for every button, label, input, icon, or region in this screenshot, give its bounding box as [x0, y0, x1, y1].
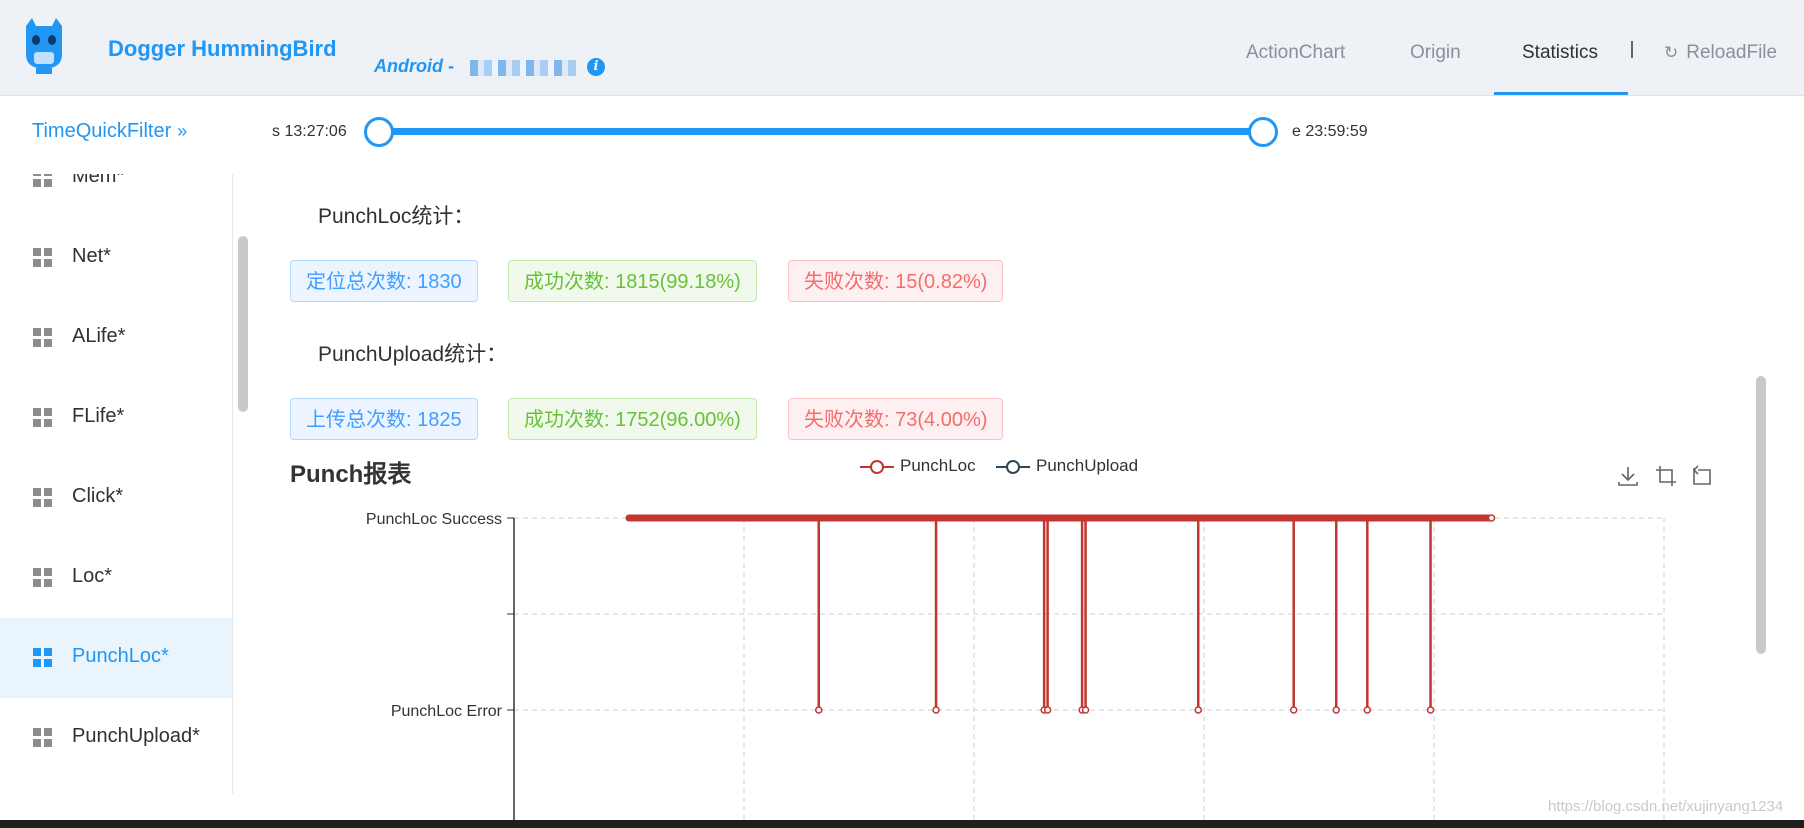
sidebar-scrollbar[interactable] [238, 236, 248, 412]
grid-icon [33, 728, 53, 748]
end-time-label: e 23:59:59 [1292, 123, 1368, 140]
legend-punchupload-icon [996, 459, 1030, 474]
punchloc-error-point [1043, 706, 1052, 714]
time-quick-filter-label: TimeQuickFilter [32, 120, 172, 142]
punchupload-fail-tag: 失败次数: 73(4.00%) [788, 398, 1004, 440]
punchloc-error-point [1426, 706, 1435, 714]
punchloc-total-tag: 定位总次数: 1830 [290, 260, 478, 302]
double-chevron-right-icon: » [177, 121, 188, 141]
sidebar-item-label: Net* [72, 245, 111, 267]
tab-actionchart[interactable]: ActionChart [1246, 0, 1345, 95]
slider-end-handle[interactable] [1248, 117, 1278, 147]
time-range-slider[interactable] [378, 128, 1262, 135]
sidebar: Mem* Net* ALife* FLife* Click* Loc* PunchLoc* P… [0, 174, 233, 794]
grid-icon [33, 488, 53, 508]
app-header: Dogger HummingBird Android - i ActionCha… [0, 0, 1804, 96]
main-scrollbar[interactable] [1756, 376, 1766, 654]
punchupload-total-tag: 上传总次数: 1825 [290, 398, 478, 440]
sidebar-item-flife[interactable]: FLife* [0, 378, 232, 458]
tab-origin[interactable]: Origin [1410, 0, 1461, 95]
bottom-bar [0, 820, 1804, 828]
sidebar-item-net[interactable]: Net* [0, 218, 232, 298]
punchloc-stats-title: PunchLoc统计： [318, 205, 475, 228]
active-tab-indicator [1494, 92, 1628, 95]
sidebar-item-label: PunchUpload* [72, 725, 200, 747]
time-quick-filter-toggle[interactable]: TimeQuickFilter» [32, 120, 187, 143]
hummingbird-logo-icon [26, 18, 62, 74]
legend-item-punchloc[interactable]: PunchLoc [860, 456, 976, 476]
watermark: https://blog.csdn.net/xujinyang1234 [1548, 798, 1784, 815]
sidebar-item-label: Mem* [72, 174, 125, 187]
grid-icon [33, 648, 53, 668]
platform-label: Android - [374, 56, 454, 76]
punchloc-error-point [932, 706, 940, 714]
reload-file-button[interactable]: ↻ ReloadFile [1664, 0, 1777, 106]
sidebar-item-click[interactable]: Click* [0, 458, 232, 538]
nav-separator [1631, 41, 1633, 58]
reload-label: ReloadFile [1686, 42, 1778, 63]
punchupload-stats-title: PunchUpload统计： [318, 343, 508, 366]
sidebar-item-loc[interactable]: Loc* [0, 538, 232, 618]
sidebar-item-label: Loc* [72, 565, 113, 587]
grid-icon [33, 328, 53, 348]
punchloc-fail-tag: 失败次数: 15(0.82%) [788, 260, 1004, 302]
legend-punchloc-icon [860, 459, 894, 474]
sidebar-item-label: Click* [72, 485, 124, 507]
punchloc-error-point [1194, 706, 1202, 714]
punchupload-success-tag: 成功次数: 1752(96.00%) [508, 398, 757, 440]
punchloc-error-point [1289, 706, 1298, 714]
sidebar-item-label: ALife* [72, 325, 126, 347]
punchloc-success-tag: 成功次数: 1815(99.18%) [508, 260, 757, 302]
punchloc-end-point [1487, 514, 1496, 522]
device-name-redacted [470, 60, 576, 76]
sidebar-item-label: PunchLoc* [72, 645, 169, 667]
sidebar-item-mem[interactable]: Mem* [0, 174, 232, 218]
y-tick-label: PunchLoc Success [366, 511, 502, 528]
sidebar-item-punchupload[interactable]: PunchUpload* [0, 698, 232, 778]
legend-punchupload-label: PunchUpload [1036, 456, 1139, 475]
punchloc-error-point [1081, 706, 1090, 714]
sidebar-item-punchloc[interactable]: PunchLoc* [0, 618, 232, 698]
time-filter-bar: TimeQuickFilter» s 13:27:06 e 23:59:59 [0, 96, 1804, 174]
info-icon[interactable]: i [587, 58, 605, 76]
y-tick-label: PunchLoc Error [391, 703, 503, 720]
legend-punchloc-label: PunchLoc [900, 456, 976, 475]
punchloc-error-point [1363, 706, 1372, 714]
sidebar-item-label: FLife* [72, 405, 125, 427]
reload-icon: ↻ [1664, 43, 1679, 62]
legend-item-punchupload[interactable]: PunchUpload [996, 456, 1138, 476]
app-title: Dogger HummingBird [108, 36, 337, 61]
grid-icon [33, 408, 53, 428]
punchloc-error-point [1332, 706, 1340, 714]
punch-chart: PunchLoc Error PunchLoc Success [366, 511, 1665, 828]
tab-statistics[interactable]: Statistics [1522, 0, 1598, 95]
slider-start-handle[interactable] [364, 117, 394, 147]
sidebar-item-alife[interactable]: ALife* [0, 298, 232, 378]
grid-icon [33, 568, 53, 588]
punchloc-error-point [815, 706, 823, 714]
statistics-panel: PunchLoc统计： 定位总次数: 1830 成功次数: 1815(99.18… [256, 174, 1756, 828]
start-time-label: s 13:27:06 [272, 123, 347, 140]
grid-icon [33, 174, 53, 188]
grid-icon [33, 248, 53, 268]
